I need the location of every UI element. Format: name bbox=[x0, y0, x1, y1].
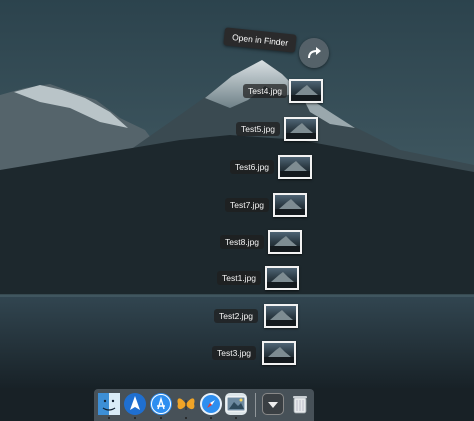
mountain-thumbnail-icon bbox=[280, 161, 310, 177]
mountain-thumbnail-icon bbox=[266, 310, 296, 326]
mountain-thumbnail-icon bbox=[275, 199, 305, 215]
image-thumbnail bbox=[262, 341, 296, 365]
launchpad-icon[interactable] bbox=[124, 393, 146, 415]
running-indicator bbox=[185, 417, 187, 419]
tes-butterfly-icon[interactable] bbox=[175, 393, 197, 415]
running-indicator bbox=[108, 417, 110, 419]
file-name-label: Test5.jpg bbox=[236, 122, 281, 136]
file-name-label: Test2.jpg bbox=[214, 309, 259, 323]
image-thumbnail bbox=[289, 79, 323, 103]
mountain-thumbnail-icon bbox=[270, 236, 300, 252]
mountain-thumbnail-icon bbox=[267, 272, 297, 288]
file-name-label: Test6.jpg bbox=[230, 160, 275, 174]
preview-icon[interactable] bbox=[225, 393, 247, 415]
running-indicator bbox=[210, 417, 212, 419]
trash-icon[interactable] bbox=[289, 393, 311, 415]
file-name-label: Test1.jpg bbox=[217, 271, 262, 285]
image-thumbnail bbox=[268, 230, 302, 254]
dock bbox=[94, 389, 314, 421]
finder-icon[interactable] bbox=[98, 393, 120, 415]
mountain-thumbnail-icon bbox=[286, 123, 316, 139]
file-name-label: Test4.jpg bbox=[243, 84, 288, 98]
file-name-label: Test7.jpg bbox=[225, 198, 270, 212]
downloads-stack-fan: Test4.jpg Test5.jpg Test6.jpg Test7.jpg … bbox=[0, 0, 474, 421]
image-thumbnail bbox=[264, 304, 298, 328]
file-name-label: Test3.jpg bbox=[212, 346, 257, 360]
image-thumbnail bbox=[284, 117, 318, 141]
mountain-thumbnail-icon bbox=[264, 347, 294, 363]
safari-icon[interactable] bbox=[200, 393, 222, 415]
downloads-stack-icon[interactable] bbox=[262, 393, 284, 415]
running-indicator bbox=[160, 417, 162, 419]
running-indicator bbox=[134, 417, 136, 419]
image-thumbnail bbox=[278, 155, 312, 179]
image-thumbnail bbox=[273, 193, 307, 217]
app-store-icon[interactable] bbox=[150, 393, 172, 415]
desktop: Open in Finder Test4.jpg Test5.jpg Test6… bbox=[0, 0, 474, 421]
dock-separator bbox=[255, 393, 256, 417]
file-name-label: Test8.jpg bbox=[220, 235, 265, 249]
mountain-thumbnail-icon bbox=[291, 85, 321, 101]
running-indicator bbox=[235, 417, 237, 419]
image-thumbnail bbox=[265, 266, 299, 290]
